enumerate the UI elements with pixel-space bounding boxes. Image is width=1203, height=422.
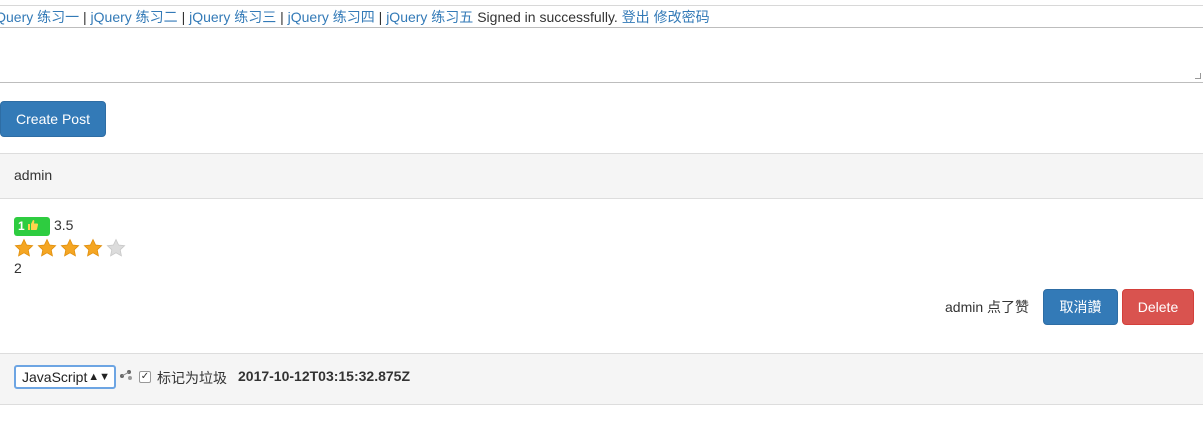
star-rating[interactable]: [14, 238, 126, 258]
language-select-value: JavaScript: [22, 369, 88, 385]
unlike-button[interactable]: 取消讚: [1043, 289, 1118, 325]
delete-button[interactable]: Delete: [1122, 289, 1194, 325]
liked-by-text: admin 点了赞: [945, 299, 1030, 315]
star-filled-icon[interactable]: [37, 238, 57, 258]
nav-separator: |: [378, 9, 383, 25]
rating-count: 2: [14, 260, 22, 276]
post-content-textarea[interactable]: [0, 27, 1203, 83]
spam-label: 标记为垃圾: [157, 370, 227, 386]
post-timestamp: 2017-10-12T03:15:32.875Z: [238, 368, 411, 384]
nav-link-practice-2[interactable]: jQuery 练习二: [91, 9, 178, 25]
nav-link-practice-3[interactable]: jQuery 练习三: [189, 9, 276, 25]
logout-link[interactable]: 登出: [622, 9, 650, 25]
nav-separator: |: [83, 9, 87, 25]
post-footer: JavaScript ▲▼ ✓ 标记为垃圾 2017-10-12T03:15:3…: [0, 353, 1203, 405]
nav-separator: |: [280, 9, 284, 25]
rating-value: 3.5: [54, 217, 74, 233]
top-nav: jQuery 练习一 | jQuery 练习二 | jQuery 练习三 | j…: [0, 7, 710, 27]
star-filled-icon[interactable]: [83, 238, 103, 258]
thumbs-up-icon: [27, 220, 38, 230]
share-icon[interactable]: [119, 368, 133, 382]
star-empty-icon[interactable]: [106, 238, 126, 258]
resize-handle-icon[interactable]: [1195, 73, 1201, 79]
nav-link-practice-1[interactable]: jQuery 练习一: [0, 9, 79, 25]
select-arrows-icon: ▲▼: [88, 371, 110, 383]
post-header: admin: [0, 153, 1203, 199]
create-post-button[interactable]: Create Post: [0, 101, 106, 137]
language-select[interactable]: JavaScript ▲▼: [14, 365, 116, 389]
change-password-link[interactable]: 修改密码: [654, 9, 710, 25]
nav-link-practice-4[interactable]: jQuery 练习四: [288, 9, 375, 25]
star-filled-icon[interactable]: [60, 238, 80, 258]
nav-link-practice-5[interactable]: jQuery 练习五: [386, 9, 473, 25]
post-author: admin: [14, 167, 53, 183]
top-divider: [0, 5, 1203, 6]
star-filled-icon[interactable]: [14, 238, 34, 258]
nav-separator: |: [181, 9, 186, 25]
like-count-badge[interactable]: 1: [14, 217, 50, 236]
like-count: 1: [18, 219, 25, 233]
spam-checkbox[interactable]: ✓: [139, 371, 151, 383]
sign-in-status: Signed in successfully.: [477, 9, 618, 25]
